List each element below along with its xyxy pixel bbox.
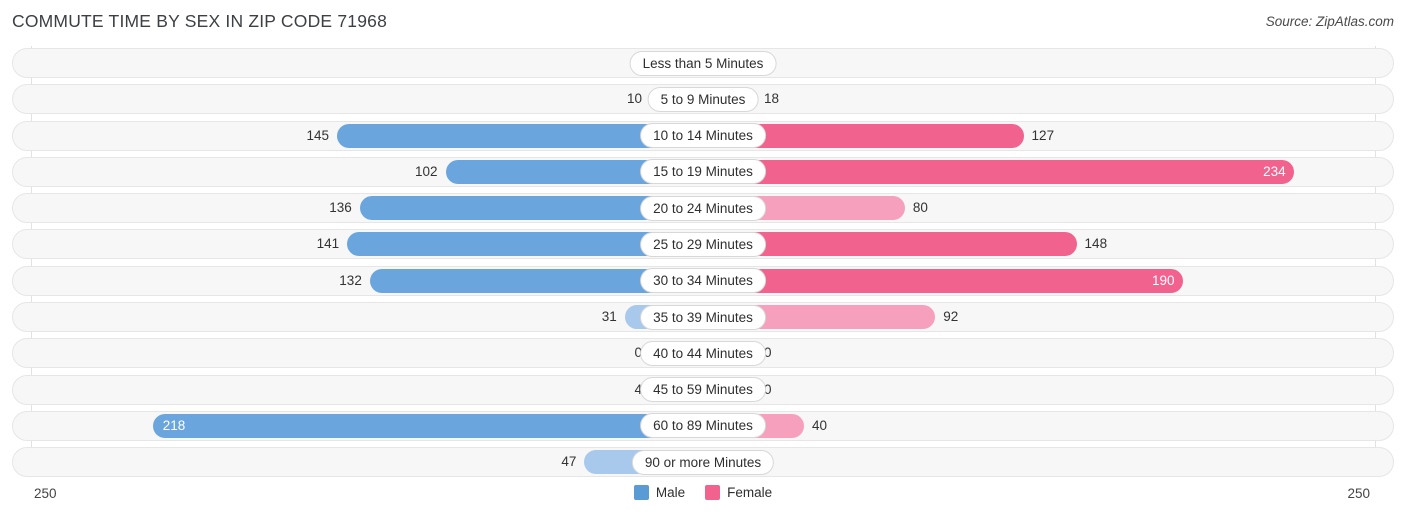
legend-label: Female — [727, 485, 773, 500]
bar-row: 218 40 60 to 89 Minutes — [0, 410, 1406, 441]
bar-rows-container: 05Less than 5 Minutes10185 to 9 Minutes1… — [0, 48, 1406, 484]
bar-value-female: 127 — [1031, 127, 1055, 143]
chart-page: COMMUTE TIME BY SEX IN ZIP CODE 71968 So… — [0, 0, 1406, 523]
bar-value-male: 0 — [634, 345, 642, 361]
category-label-pill: 10 to 14 Minutes — [640, 123, 766, 149]
bar-value-male: 4 — [634, 381, 642, 397]
bar-value-female: 0 — [764, 381, 772, 397]
bar-value-female: 190 — [1152, 272, 1175, 288]
bar-row-bars: 05Less than 5 Minutes — [0, 48, 1406, 78]
bar-row: 10 18 5 to 9 Minutes — [0, 84, 1406, 115]
bar-row: 102 234 15 to 19 Minutes — [0, 156, 1406, 187]
bar-female — [703, 159, 1294, 184]
bar-row: 4 0 45 to 59 Minutes — [0, 374, 1406, 405]
bar-row: 31 92 35 to 39 Minutes — [0, 302, 1406, 333]
legend-label: Male — [655, 485, 686, 500]
bar-row: 145 127 10 to 14 Minutes — [0, 120, 1406, 151]
bar-value-female: 234 — [1263, 163, 1286, 179]
category-label-pill: 45 to 59 Minutes — [640, 377, 766, 403]
source-attribution: Source: ZipAtlas.com — [1265, 14, 1394, 29]
chart-footer: 250 250 Male Female — [0, 480, 1406, 523]
bar-value-female: 148 — [1084, 236, 1108, 252]
bar-male — [152, 413, 703, 438]
bar-value-male: 10 — [626, 91, 642, 107]
bar-row: 132 190 30 to 34 Minutes — [0, 265, 1406, 296]
bar-row-bars: 102 234 15 to 19 Minutes — [0, 157, 1406, 187]
bar-row-bars: 0 0 40 to 44 Minutes — [0, 338, 1406, 368]
bar-row-bars: 141 148 25 to 29 Minutes — [0, 229, 1406, 259]
bar-row: 47090 or more Minutes — [0, 447, 1406, 478]
bar-value-male: 102 — [415, 163, 438, 179]
bar-row-bars: 136 80 20 to 24 Minutes — [0, 193, 1406, 223]
bar-value-male: 136 — [329, 200, 352, 216]
chart-plot-area: 05Less than 5 Minutes10185 to 9 Minutes1… — [0, 46, 1406, 480]
bar-value-male: 47 — [561, 454, 577, 470]
category-label-pill: 90 or more Minutes — [631, 449, 775, 475]
bar-row: 141 148 25 to 29 Minutes — [0, 229, 1406, 260]
bar-value-male: 31 — [601, 309, 617, 325]
bar-row: 05Less than 5 Minutes — [0, 48, 1406, 78]
bar-row-bars: 145 127 10 to 14 Minutes — [0, 121, 1406, 151]
category-label-pill: 5 to 9 Minutes — [647, 86, 759, 112]
bar-value-male: 141 — [316, 236, 340, 252]
category-label-pill: 25 to 29 Minutes — [640, 231, 766, 257]
bar-row-bars: 47090 or more Minutes — [0, 447, 1406, 477]
legend-swatch-male — [633, 485, 649, 500]
category-label-pill: Less than 5 Minutes — [629, 50, 777, 76]
legend-item[interactable]: Female — [705, 485, 772, 500]
category-label-pill: 20 to 24 Minutes — [640, 195, 766, 221]
bar-row-bars: 4 0 45 to 59 Minutes — [0, 375, 1406, 405]
bar-value-female: 92 — [943, 309, 959, 325]
page-title: COMMUTE TIME BY SEX IN ZIP CODE 71968 — [12, 11, 388, 31]
bar-row: 136 80 20 to 24 Minutes — [0, 193, 1406, 224]
category-label-pill: 15 to 19 Minutes — [640, 159, 766, 185]
bar-value-female: 18 — [764, 91, 780, 107]
category-label-pill: 30 to 34 Minutes — [640, 268, 766, 294]
category-label-pill: 60 to 89 Minutes — [640, 413, 766, 439]
legend-swatch-female — [705, 485, 721, 500]
bar-row-bars: 10 18 5 to 9 Minutes — [0, 84, 1406, 114]
bar-value-male: 218 — [162, 417, 186, 433]
bar-row-bars: 31 92 35 to 39 Minutes — [0, 302, 1406, 332]
bar-female — [703, 268, 1183, 293]
bar-row-bars: 132 190 30 to 34 Minutes — [0, 266, 1406, 296]
bar-value-female: 40 — [811, 417, 827, 433]
bar-row-bars: 218 40 60 to 89 Minutes — [0, 411, 1406, 441]
bar-row: 0 0 40 to 44 Minutes — [0, 338, 1406, 369]
chart-header: COMMUTE TIME BY SEX IN ZIP CODE 71968 So… — [0, 0, 1406, 46]
legend-item[interactable]: Male — [633, 485, 686, 500]
bar-value-male: 145 — [306, 127, 330, 143]
category-label-pill: 35 to 39 Minutes — [640, 304, 766, 330]
bar-value-female: 0 — [764, 345, 772, 361]
chart-legend: Male Female — [0, 485, 1406, 500]
bar-value-female: 80 — [912, 200, 928, 216]
category-label-pill: 40 to 44 Minutes — [640, 340, 766, 366]
bar-value-male: 132 — [339, 272, 362, 288]
